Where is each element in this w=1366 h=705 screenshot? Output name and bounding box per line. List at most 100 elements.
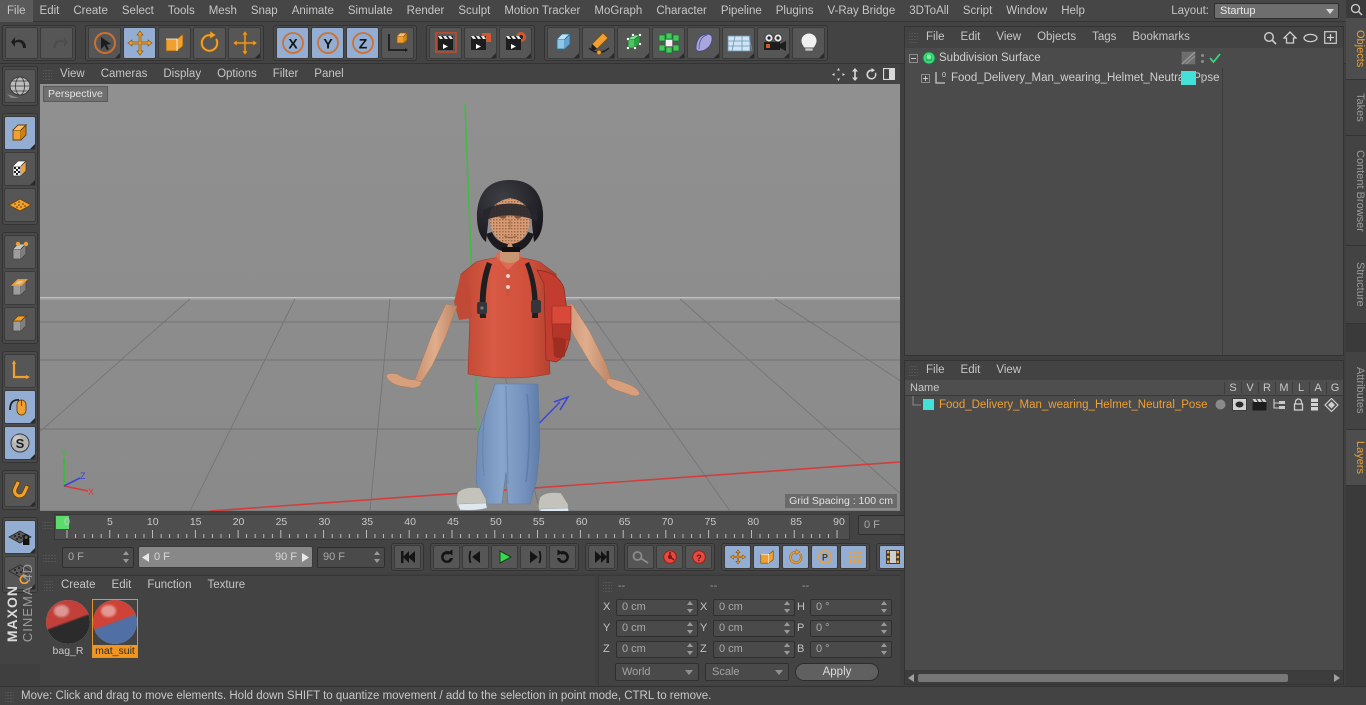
object-menu-file[interactable]: File bbox=[918, 27, 953, 48]
layer-menu-edit[interactable]: Edit bbox=[953, 361, 989, 380]
tab-content-browser[interactable]: Content Browser bbox=[1346, 136, 1366, 246]
add-camera-button[interactable] bbox=[757, 26, 790, 59]
redo-button[interactable] bbox=[40, 26, 73, 59]
material-item[interactable]: bag_R bbox=[46, 600, 90, 657]
viewport-solo-button[interactable] bbox=[4, 390, 36, 424]
add-generator-button[interactable] bbox=[617, 26, 650, 59]
range-right-arrow-icon[interactable] bbox=[301, 552, 309, 562]
menu-item-script[interactable]: Script bbox=[956, 0, 999, 22]
keyframe-selection-button[interactable]: ? bbox=[685, 545, 712, 569]
object-menu-view[interactable]: View bbox=[988, 27, 1029, 48]
menu-item-character[interactable]: Character bbox=[649, 0, 714, 22]
menu-item-select[interactable]: Select bbox=[115, 0, 161, 22]
menu-item-tools[interactable]: Tools bbox=[161, 0, 202, 22]
spinner-icon[interactable] bbox=[374, 551, 381, 563]
add-light-button[interactable] bbox=[792, 26, 825, 59]
layer-column-m[interactable]: M bbox=[1275, 381, 1292, 394]
enable-snap-button[interactable] bbox=[4, 473, 36, 507]
pla-key-button[interactable]: P bbox=[811, 545, 838, 569]
x-axis-lock[interactable]: X bbox=[276, 26, 309, 59]
menu-item-file[interactable]: File bbox=[0, 0, 33, 22]
spinner-icon[interactable] bbox=[881, 601, 888, 613]
render-view-button[interactable] bbox=[429, 26, 462, 59]
menu-item-render[interactable]: Render bbox=[400, 0, 452, 22]
viewport-menu-filter[interactable]: Filter bbox=[265, 64, 307, 84]
viewport-menu-cameras[interactable]: Cameras bbox=[93, 64, 156, 84]
viewport-menu-display[interactable]: Display bbox=[155, 64, 209, 84]
hatched-tag-icon[interactable] bbox=[1181, 51, 1196, 65]
menu-item-window[interactable]: Window bbox=[999, 0, 1054, 22]
autokeying-button[interactable] bbox=[656, 545, 683, 569]
layout-dropdown[interactable]: Startup bbox=[1214, 2, 1339, 19]
object-manager-grip[interactable] bbox=[909, 31, 918, 44]
current-frame-field[interactable]: 0 F bbox=[62, 546, 134, 568]
z-axis-lock[interactable]: Z bbox=[346, 26, 379, 59]
timeline-controls-grip[interactable] bbox=[43, 552, 56, 562]
layer-column-g[interactable]: G bbox=[1326, 381, 1343, 394]
menu-item-motion-tracker[interactable]: Motion Tracker bbox=[497, 0, 587, 22]
coordinate-system-dropdown[interactable]: World bbox=[615, 663, 699, 681]
edges-mode-button[interactable] bbox=[4, 271, 36, 305]
tab-attributes[interactable]: Attributes bbox=[1346, 352, 1366, 430]
scroll-right-arrow-icon[interactable] bbox=[1330, 671, 1343, 684]
tab-layers[interactable]: Layers bbox=[1346, 430, 1366, 486]
play-backwards-loop-button[interactable] bbox=[433, 545, 460, 569]
layer-list[interactable]: Food_Delivery_Man_wearing_Helmet_Neutral… bbox=[905, 396, 1343, 670]
menu-item-snap[interactable]: Snap bbox=[244, 0, 285, 22]
material-tag-icon[interactable] bbox=[1181, 71, 1196, 85]
material-menu-texture[interactable]: Texture bbox=[199, 576, 253, 595]
spinner-icon[interactable] bbox=[687, 643, 694, 655]
search-icon[interactable] bbox=[1263, 31, 1277, 45]
viewport-menu-view[interactable]: View bbox=[52, 64, 93, 84]
layer-menu-view[interactable]: View bbox=[988, 361, 1029, 380]
texture-mode-button[interactable] bbox=[4, 152, 36, 186]
enable-axis-button[interactable] bbox=[4, 354, 36, 388]
menu-item-v-ray-bridge[interactable]: V-Ray Bridge bbox=[820, 0, 902, 22]
timeline-layout-button[interactable] bbox=[879, 545, 906, 569]
add-modeling-object-button[interactable] bbox=[652, 26, 685, 59]
object-menu-bookmarks[interactable]: Bookmarks bbox=[1124, 27, 1198, 48]
layer-color-swatch[interactable] bbox=[923, 399, 934, 410]
size-1-field[interactable]: 0 cm bbox=[713, 619, 795, 637]
material-panel-grip[interactable] bbox=[44, 579, 53, 592]
material-menu-create[interactable]: Create bbox=[53, 576, 104, 595]
spinner-icon[interactable] bbox=[123, 551, 130, 563]
menu-item-pipeline[interactable]: Pipeline bbox=[714, 0, 769, 22]
object-visibility-dots[interactable] bbox=[1201, 53, 1204, 63]
object-menu-tags[interactable]: Tags bbox=[1084, 27, 1124, 48]
expander-expand-icon[interactable] bbox=[921, 73, 930, 83]
tab-structure[interactable]: Structure bbox=[1346, 246, 1366, 324]
render-clapper-icon[interactable] bbox=[1252, 398, 1267, 411]
lock-workplane-button[interactable] bbox=[4, 520, 36, 554]
size-2-field[interactable]: 0 cm bbox=[713, 640, 795, 658]
home-icon[interactable] bbox=[1283, 31, 1297, 44]
menu-item-animate[interactable]: Animate bbox=[285, 0, 341, 22]
object-menu-edit[interactable]: Edit bbox=[953, 27, 989, 48]
model-mode-button[interactable] bbox=[4, 116, 36, 150]
play-forwards-loop-button[interactable] bbox=[549, 545, 576, 569]
object-menu-objects[interactable]: Objects bbox=[1029, 27, 1084, 48]
points-mode-button[interactable] bbox=[4, 235, 36, 269]
rotate-tool[interactable] bbox=[193, 26, 226, 59]
go-to-end-button[interactable] bbox=[588, 545, 615, 569]
zoom-icon[interactable] bbox=[850, 67, 860, 81]
live-selection-tool[interactable] bbox=[88, 26, 121, 59]
viewport-canvas[interactable]: Perspective Grid Spacing : 100 cm Y X Z bbox=[40, 84, 900, 511]
spinner-icon[interactable] bbox=[784, 622, 791, 634]
layer-column-r[interactable]: R bbox=[1258, 381, 1275, 394]
panel-grip[interactable] bbox=[43, 67, 52, 81]
layer-column-s[interactable]: S bbox=[1224, 381, 1241, 394]
spinner-icon[interactable] bbox=[687, 622, 694, 634]
eye-icon[interactable] bbox=[1303, 33, 1318, 43]
undo-button[interactable] bbox=[5, 26, 38, 59]
param-key-button[interactable] bbox=[840, 545, 867, 569]
position-1-field[interactable]: 0 cm bbox=[616, 619, 698, 637]
lock-icon[interactable] bbox=[1292, 398, 1305, 411]
tab-objects[interactable]: Objects bbox=[1346, 18, 1366, 80]
world-object-coordinates[interactable] bbox=[381, 26, 414, 59]
record-active-objects-button[interactable] bbox=[627, 545, 654, 569]
viewport-menu-options[interactable]: Options bbox=[209, 64, 265, 84]
plus-box-icon[interactable] bbox=[1324, 31, 1337, 44]
size-0-field[interactable]: 0 cm bbox=[713, 598, 795, 616]
apply-button[interactable]: Apply bbox=[795, 663, 879, 681]
